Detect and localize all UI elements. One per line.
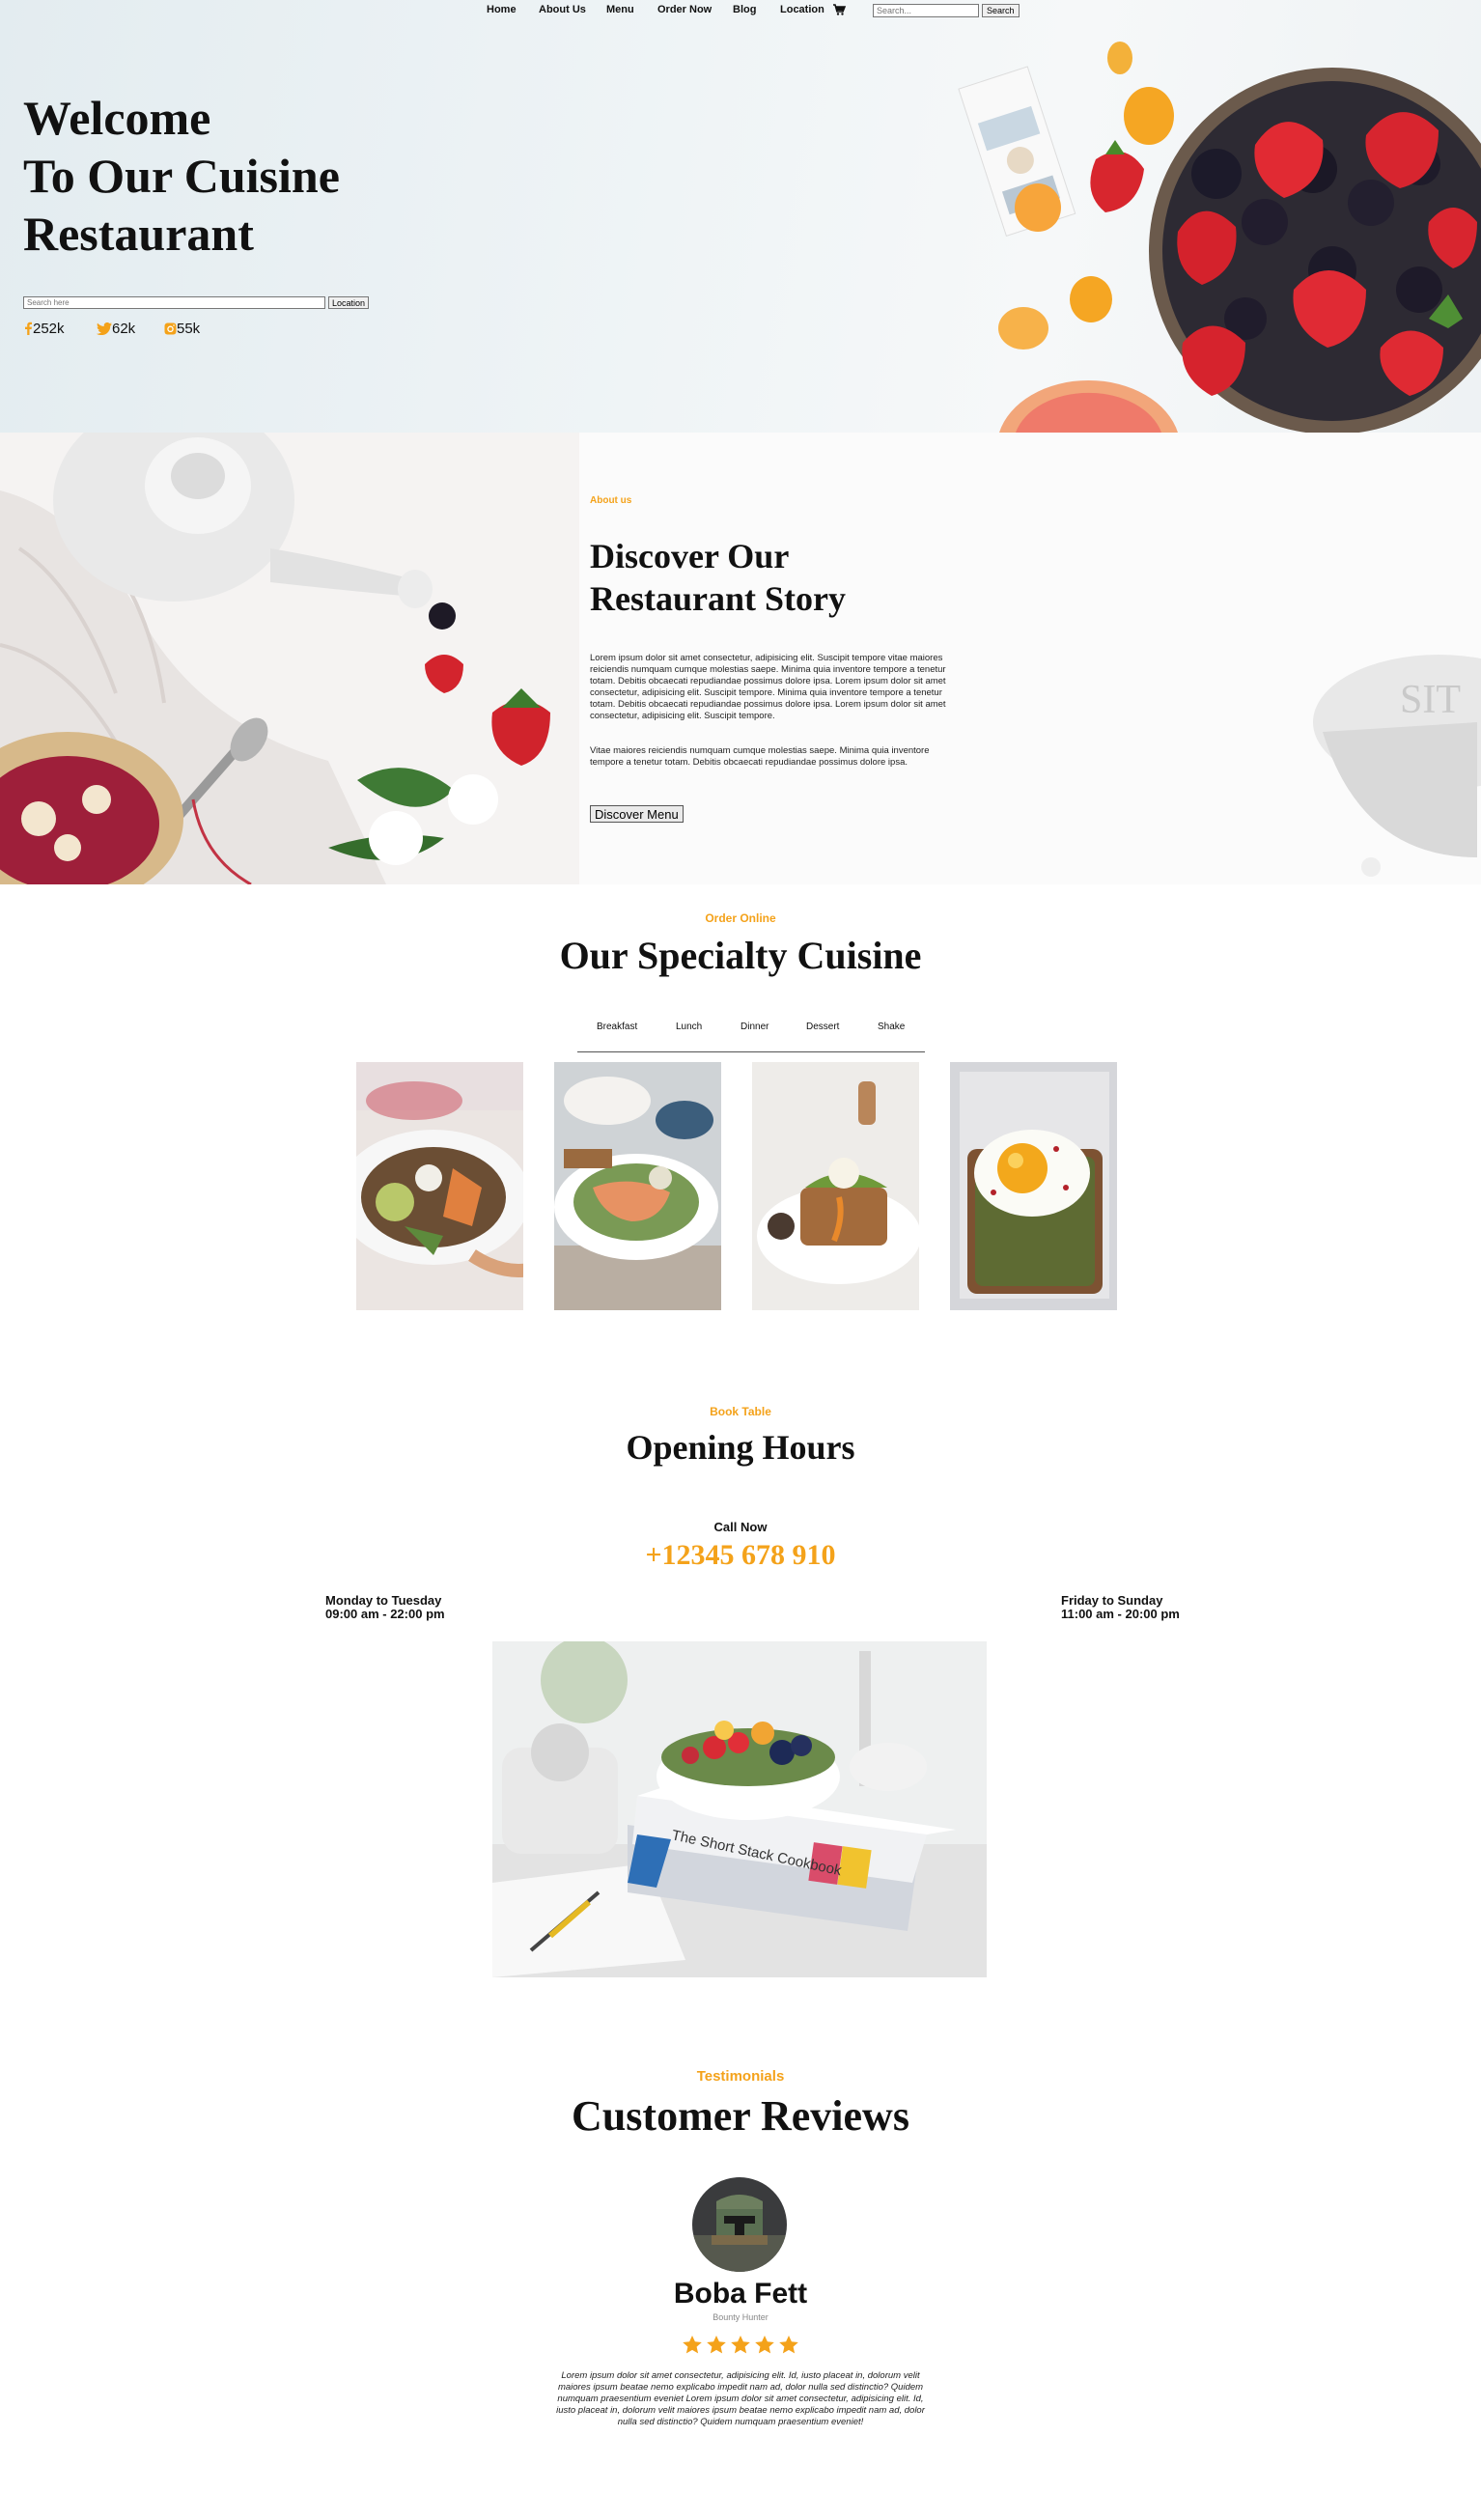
nav-about-us[interactable]: About Us xyxy=(539,4,586,15)
tab-dinner[interactable]: Dinner xyxy=(740,1022,768,1032)
hours-weekday-days: Monday to Tuesday xyxy=(325,1593,442,1608)
twitter-count: 62k xyxy=(112,321,136,337)
hero-title: Welcome To Our Cuisine Restaurant xyxy=(23,89,340,263)
cart-icon[interactable] xyxy=(832,3,846,16)
star-icon xyxy=(755,2336,774,2354)
review-text: Lorem ipsum dolor sit amet consectetur, … xyxy=(556,2370,925,2427)
star-icon xyxy=(731,2336,750,2354)
dish-image-2[interactable] xyxy=(554,1062,721,1310)
twitter-stat[interactable]: 62k xyxy=(97,321,135,337)
reviews-title: Customer Reviews xyxy=(572,2092,909,2140)
dish-image-4[interactable] xyxy=(950,1062,1117,1310)
star-icon xyxy=(707,2336,726,2354)
about-title: Discover Our Restaurant Story xyxy=(590,535,846,620)
book-table-eyebrow: Book Table xyxy=(710,1405,771,1418)
about-title-line-1: Discover Our xyxy=(590,537,790,575)
about-paragraph-2: Vitae maiores reiciendis numquam cumque … xyxy=(590,745,930,768)
facebook-stat[interactable]: 252k xyxy=(23,321,65,337)
reviewer-name: Boba Fett xyxy=(673,2278,808,2310)
tab-breakfast[interactable]: Breakfast xyxy=(597,1022,637,1032)
specialty-title: Our Specialty Cuisine xyxy=(559,934,922,977)
discover-menu-button[interactable]: Discover Menu xyxy=(590,805,684,823)
svg-text:SIT: SIT xyxy=(1400,678,1461,722)
nav-blog[interactable]: Blog xyxy=(733,4,756,15)
star-icon xyxy=(779,2336,798,2354)
hero-title-line-3: Restaurant xyxy=(23,207,254,261)
hero-section: Home About Us Menu Order Now Blog Locati… xyxy=(0,0,1481,433)
order-online-eyebrow: Order Online xyxy=(705,911,776,925)
phone-number[interactable]: +12345 678 910 xyxy=(0,1539,1481,1572)
nav-location[interactable]: Location xyxy=(780,4,824,15)
about-title-line-2: Restaurant Story xyxy=(590,579,846,618)
hours-weekend: Friday to Sunday 11:00 am - 20:00 pm xyxy=(1061,1594,1180,1621)
dish-image-3[interactable] xyxy=(752,1062,919,1310)
top-navigation: Home About Us Menu Order Now Blog Locati… xyxy=(0,4,1481,19)
twitter-icon xyxy=(97,322,112,336)
faded-bowl-image: SIT xyxy=(1313,655,1481,877)
reviewer-role: Bounty Hunter xyxy=(713,2312,768,2322)
location-button[interactable]: Location xyxy=(328,296,370,309)
instagram-stat[interactable]: 55k xyxy=(164,321,200,337)
hero-title-line-1: Welcome xyxy=(23,91,211,145)
nav-menu[interactable]: Menu xyxy=(606,4,634,15)
hero-search-input[interactable] xyxy=(23,296,325,309)
nav-search-button[interactable]: Search xyxy=(982,4,1020,17)
avatar xyxy=(692,2177,787,2272)
tab-dessert[interactable]: Dessert xyxy=(806,1022,839,1032)
testimonials-eyebrow: Testimonials xyxy=(696,2068,785,2085)
menu-tabs: Breakfast Lunch Dinner Dessert Shake xyxy=(577,1020,925,1052)
nav-home[interactable]: Home xyxy=(487,4,517,15)
nav-order-now[interactable]: Order Now xyxy=(657,4,712,15)
teapot-strawberries-image xyxy=(0,433,579,884)
opening-hours-title: Opening Hours xyxy=(626,1428,855,1467)
rating-stars xyxy=(683,2336,798,2354)
instagram-count: 55k xyxy=(177,321,201,337)
hero-title-line-2: To Our Cuisine xyxy=(23,149,340,203)
facebook-count: 252k xyxy=(33,321,65,337)
call-now-label: Call Now xyxy=(713,1520,768,1534)
about-paragraph-1: Lorem ipsum dolor sit amet consectetur, … xyxy=(590,653,946,721)
nav-search-input[interactable] xyxy=(873,4,979,17)
dish-image-1[interactable] xyxy=(356,1062,523,1310)
cookbook-bowl-image: The Short Stack Cookbook xyxy=(492,1641,987,1977)
hours-weekend-days: Friday to Sunday xyxy=(1061,1593,1163,1608)
about-eyebrow: About us xyxy=(590,495,632,506)
hours-weekday-time: 09:00 am - 22:00 pm xyxy=(325,1607,445,1621)
tab-shake[interactable]: Shake xyxy=(878,1022,905,1032)
tab-lunch[interactable]: Lunch xyxy=(676,1022,702,1032)
facebook-icon xyxy=(25,322,32,335)
star-icon xyxy=(683,2336,702,2354)
instagram-icon xyxy=(164,322,177,335)
hours-weekend-time: 11:00 am - 20:00 pm xyxy=(1061,1607,1180,1621)
hours-weekday: Monday to Tuesday 09:00 am - 22:00 pm xyxy=(325,1594,445,1621)
hero-fruit-bowl-image xyxy=(958,42,1481,433)
